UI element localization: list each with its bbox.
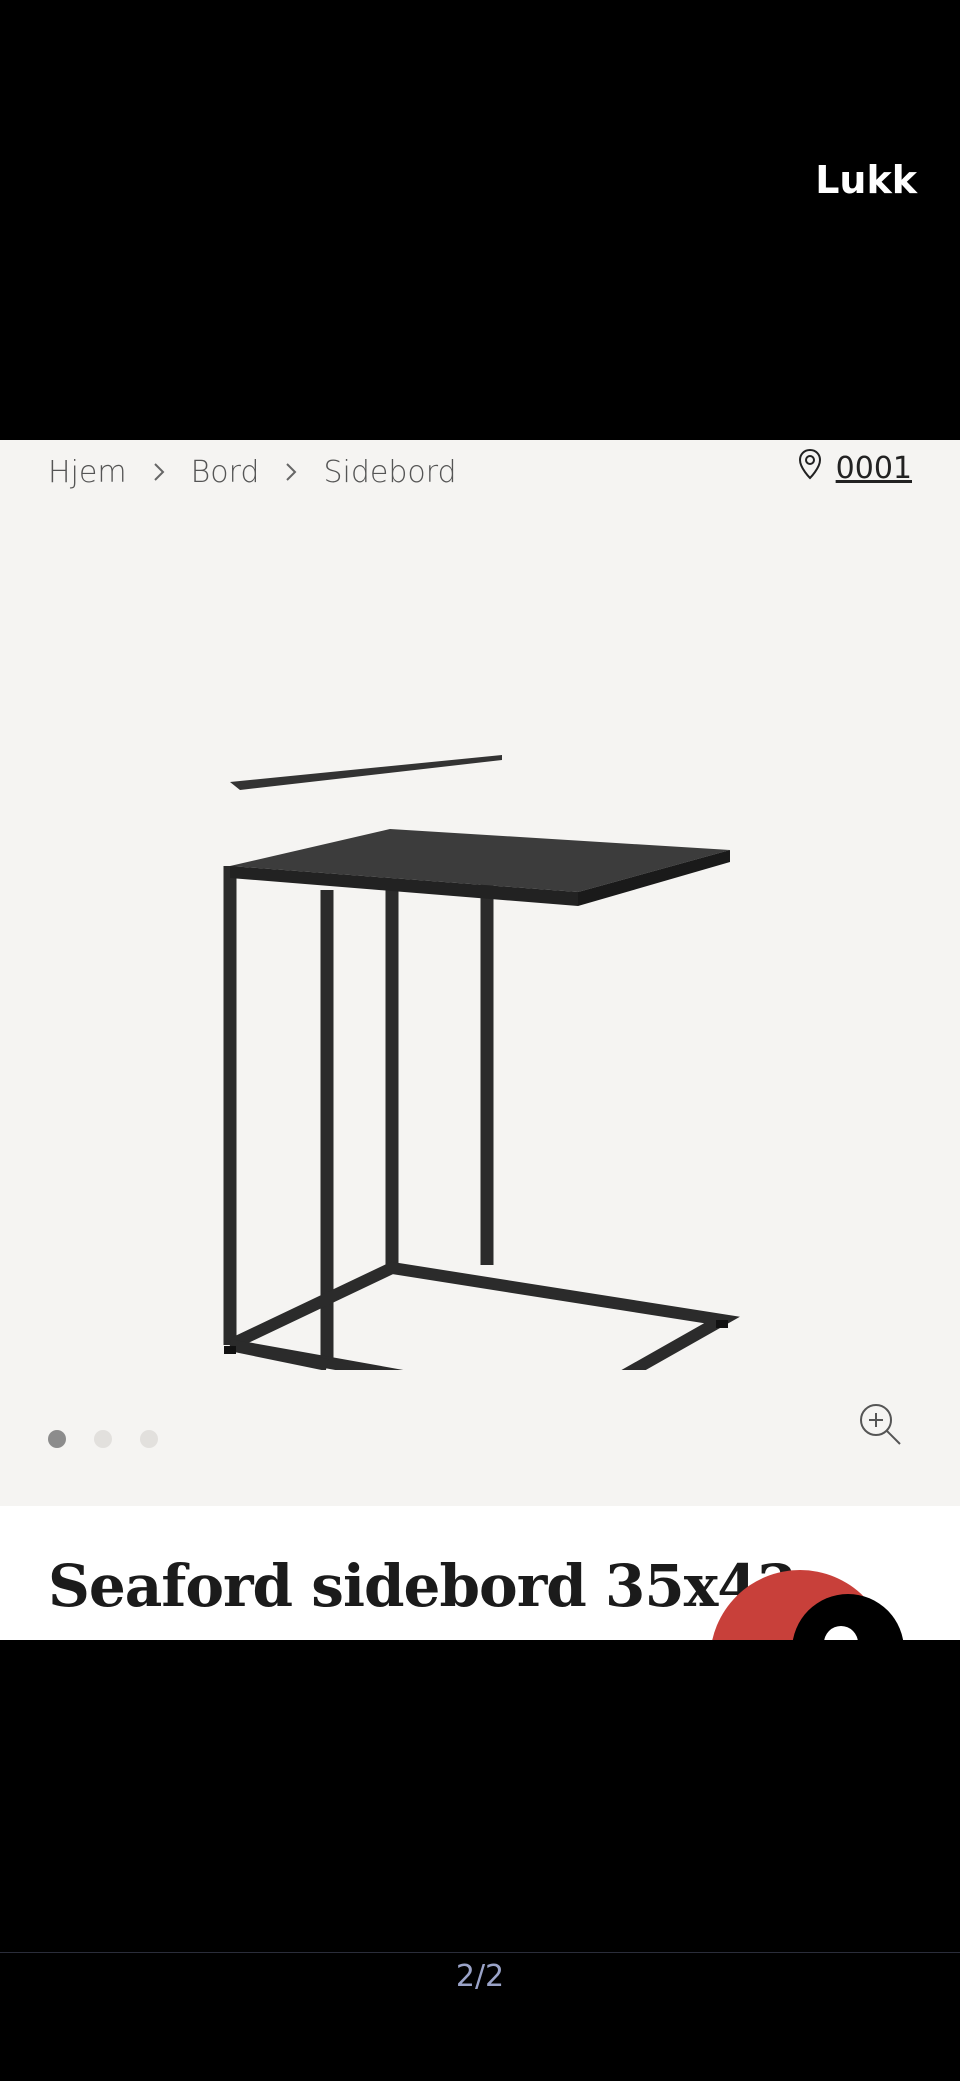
zoom-in-icon[interactable] — [856, 1400, 904, 1448]
breadcrumb-item-tables[interactable]: Bord — [191, 455, 260, 490]
breadcrumb-item-home[interactable]: Hjem — [48, 455, 127, 490]
map-pin-icon — [798, 448, 822, 488]
page-indicator: 2/2 — [455, 1959, 505, 1994]
breadcrumb: Hjem Bord Sidebord — [48, 452, 457, 492]
chevron-right-icon — [127, 461, 191, 483]
image-dot-1[interactable] — [48, 1430, 66, 1448]
product-screenshot: Hjem Bord Sidebord 0001 Seaford sidebord… — [0, 440, 960, 1640]
image-pagination-dots — [48, 1430, 158, 1448]
close-button[interactable]: Lukk — [815, 158, 917, 202]
divider — [0, 1952, 960, 1953]
product-title: Seaford sidebord 35x43 — [48, 1552, 797, 1620]
store-link[interactable]: 0001 — [836, 451, 912, 486]
breadcrumb-item-side-tables[interactable]: Sidebord — [323, 455, 456, 490]
viewer-top-bar: Lukk — [0, 0, 960, 440]
store-selector[interactable]: 0001 — [798, 448, 912, 488]
product-image[interactable] — [200, 620, 760, 1370]
chevron-right-icon — [259, 461, 323, 483]
image-dot-2[interactable] — [94, 1430, 112, 1448]
product-info: Seaford sidebord 35x43 — [0, 1506, 960, 1640]
image-dot-3[interactable] — [140, 1430, 158, 1448]
viewer-bottom-bar — [0, 1640, 960, 2081]
